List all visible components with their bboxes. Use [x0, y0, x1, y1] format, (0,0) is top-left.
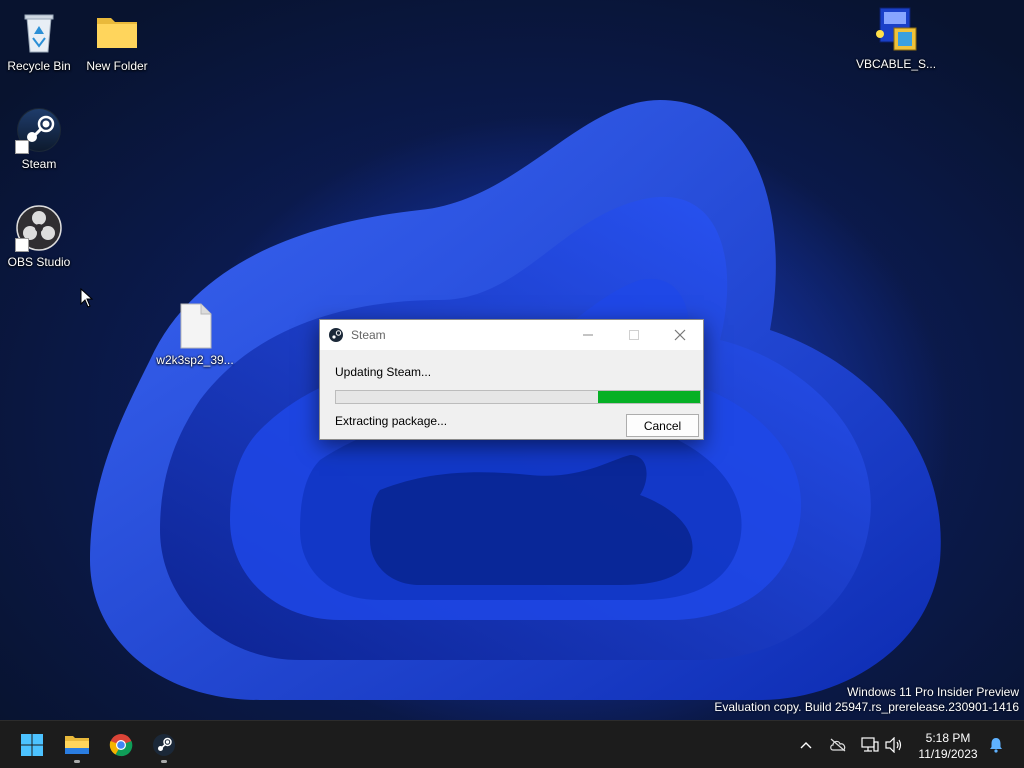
chrome-icon: [109, 734, 133, 757]
windows-watermark: Windows 11 Pro Insider Preview Evaluatio…: [714, 685, 1019, 715]
desktop-icon-label: w2k3sp2_39...: [156, 353, 234, 367]
steam-icon: [153, 734, 175, 756]
desktop-icon-new-folder[interactable]: New Folder: [78, 8, 156, 74]
desktop-icon-label: VBCABLE_S...: [856, 57, 937, 71]
desktop-icon-vbcable[interactable]: VBCABLE_S...: [856, 6, 936, 72]
notifications-button[interactable]: [986, 735, 1006, 755]
update-progress-bar: [335, 390, 701, 404]
steam-icon: [15, 106, 63, 154]
start-icon: [21, 734, 43, 756]
folder-icon: [93, 8, 141, 56]
mouse-cursor-icon: [80, 287, 94, 313]
taskbar: 5:18 PM 11/19/2023: [0, 720, 1024, 768]
recycle-bin-icon: [15, 8, 63, 56]
maximize-button[interactable]: [611, 320, 657, 350]
network-icon: [861, 737, 879, 752]
cloud-offline-icon: [830, 738, 846, 752]
dialog-title: Steam: [351, 328, 386, 342]
desktop-icon-label: OBS Studio: [7, 255, 71, 269]
taskbar-steam[interactable]: [144, 725, 184, 765]
desktop-icon-w2k3sp2[interactable]: w2k3sp2_39...: [156, 302, 234, 368]
dialog-titlebar[interactable]: Steam: [320, 320, 703, 350]
chevron-up-icon: [800, 742, 812, 749]
bell-icon: [990, 738, 1002, 753]
desktop-icon-label: Steam: [21, 157, 57, 171]
installer-icon: [872, 6, 920, 54]
speaker-icon: [885, 737, 902, 753]
desktop-icon-label: New Folder: [86, 59, 148, 73]
clock-date: 11/19/2023: [918, 747, 978, 761]
steam-update-dialog: Steam Updating Steam... Extracting packa…: [319, 319, 704, 440]
update-status-text: Updating Steam...: [335, 365, 432, 379]
shortcut-arrow-icon: [15, 140, 29, 154]
running-indicator: [161, 760, 167, 763]
clock-time: 5:18 PM: [925, 731, 971, 745]
file-icon: [171, 302, 219, 350]
taskbar-clock[interactable]: 5:18 PM 11/19/2023: [912, 730, 984, 762]
desktop-icon-label: Recycle Bin: [7, 59, 71, 73]
taskbar-file-explorer[interactable]: [57, 725, 97, 765]
shortcut-arrow-icon: [15, 238, 29, 252]
progress-fill: [598, 391, 700, 403]
running-indicator: [74, 760, 80, 763]
desktop-icon-recycle-bin[interactable]: Recycle Bin: [0, 8, 78, 74]
file-explorer-icon: [65, 736, 89, 754]
steam-logo-icon: [329, 328, 343, 342]
watermark-build: Evaluation copy. Build 25947.rs_prerelea…: [714, 700, 1019, 714]
cancel-button[interactable]: Cancel: [626, 414, 699, 437]
show-hidden-icons-button[interactable]: [796, 735, 816, 755]
close-button[interactable]: [657, 320, 703, 350]
start-button[interactable]: [12, 725, 52, 765]
network-button[interactable]: [860, 735, 880, 755]
obs-icon: [15, 204, 63, 252]
close-icon: [674, 329, 686, 341]
dialog-body: Updating Steam... Extracting package... …: [320, 350, 703, 439]
watermark-edition: Windows 11 Pro Insider Preview: [847, 685, 1019, 699]
update-substatus-text: Extracting package...: [335, 414, 448, 428]
desktop-icon-steam[interactable]: Steam: [0, 106, 78, 172]
taskbar-chrome[interactable]: [101, 725, 141, 765]
desktop-icon-obs-studio[interactable]: OBS Studio: [0, 204, 78, 270]
minimize-button[interactable]: [565, 320, 611, 350]
minimize-icon: [583, 334, 593, 336]
onedrive-status-button[interactable]: [828, 735, 848, 755]
maximize-icon: [629, 330, 639, 340]
volume-button[interactable]: [884, 735, 904, 755]
